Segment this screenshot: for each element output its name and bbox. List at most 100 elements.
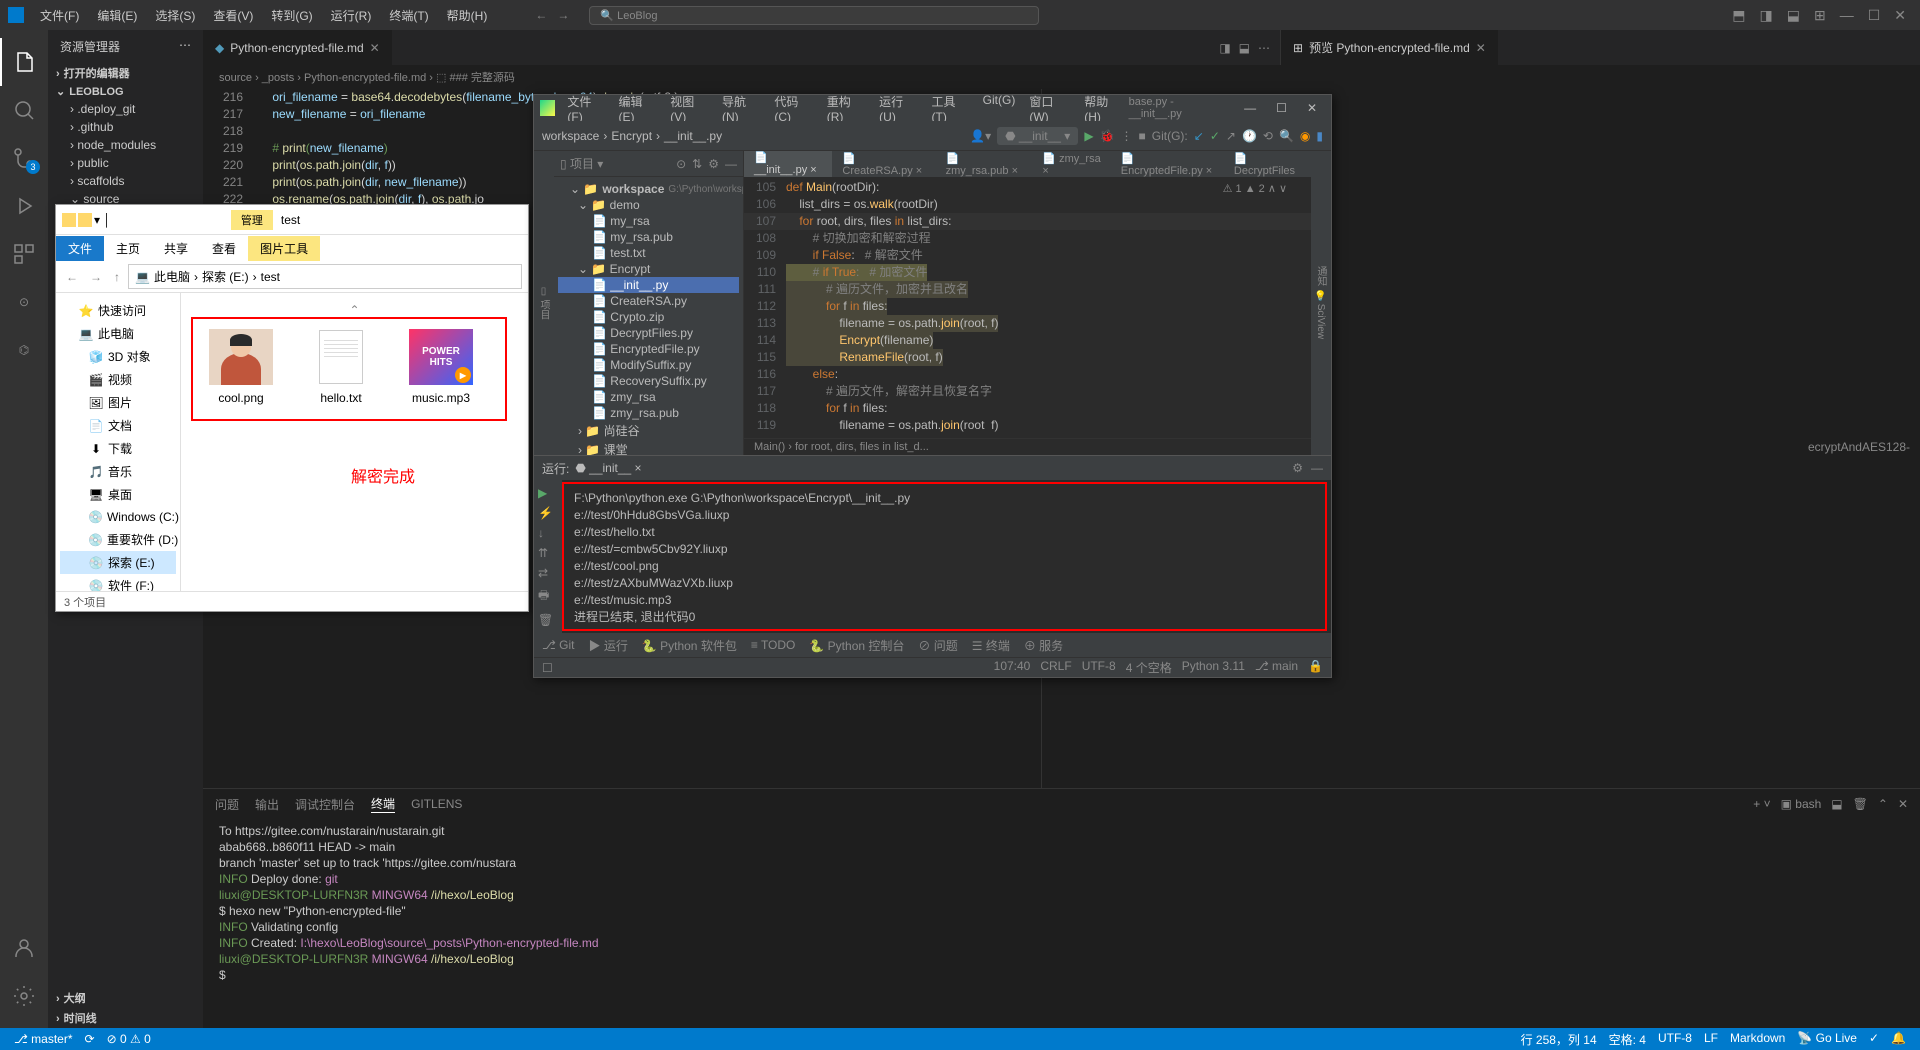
status-indent[interactable]: 空格: 4 — [1603, 1031, 1652, 1048]
search-icon[interactable]: 🔍 — [1279, 129, 1294, 143]
status-interpreter[interactable]: Python 3.11 — [1182, 659, 1245, 676]
tree-scaffolds[interactable]: › scaffolds — [48, 172, 203, 190]
down-icon[interactable]: ↓ — [538, 526, 558, 540]
section-timeline[interactable]: 时间线 — [48, 1008, 203, 1028]
hide-icon[interactable]: — — [1311, 461, 1323, 475]
menu-selection[interactable]: 选择(S) — [147, 3, 203, 28]
tab-problems[interactable]: 问题 — [215, 796, 239, 813]
debug-icon[interactable]: 🐞 — [1100, 129, 1115, 143]
tree-item[interactable]: 📄 zmy_rsa — [558, 389, 739, 405]
ide-icon[interactable]: ▮ — [1316, 129, 1323, 143]
tree-item[interactable]: 📄 EncryptedFile.py — [558, 341, 739, 357]
tree-github[interactable]: › .github — [48, 118, 203, 136]
nav-back-icon[interactable]: ← — [535, 8, 547, 22]
activity-explorer-icon[interactable] — [0, 38, 48, 86]
command-center[interactable]: 🔍 LeoBlog — [589, 6, 1039, 25]
tab-terminal[interactable]: 终端 — [371, 795, 395, 813]
code-breadcrumb[interactable]: Main() › for root, dirs, files in list_d… — [744, 438, 1311, 455]
tree-root[interactable]: ⌄ 📁 workspace G:\Python\workspace — [558, 181, 739, 197]
activity-search-icon[interactable] — [0, 86, 48, 134]
bottom-tool[interactable]: ☰ 终端 — [972, 637, 1010, 654]
editor-tab-preview[interactable]: ⊞ 预览 Python-encrypted-file.md ✕ — [1281, 30, 1499, 65]
status-lock-icon[interactable]: 🔒 — [1308, 659, 1323, 676]
nav-item[interactable]: 🎵音乐 — [60, 460, 176, 483]
menu-help[interactable]: 帮助(H) — [439, 3, 496, 28]
editor-tab[interactable]: 📄 __init__.py × — [744, 151, 832, 177]
activity-debug-icon[interactable] — [0, 182, 48, 230]
project-tool-button[interactable]: ▯ 项目 — [534, 151, 554, 455]
settings-icon[interactable]: ⚙ — [1292, 461, 1303, 475]
user-icon[interactable]: 👤▾ — [970, 129, 991, 143]
menu-view[interactable]: 查看(V) — [205, 3, 261, 28]
add-terminal-icon[interactable]: + ˅ — [1753, 797, 1770, 811]
bottom-tool[interactable]: 🐍 Python 软件包 — [642, 637, 737, 654]
section-outline[interactable]: 大纲 — [48, 988, 203, 1008]
tree-item[interactable]: 📄 Crypto.zip — [558, 309, 739, 325]
nav-forward-icon[interactable]: → — [557, 8, 569, 22]
nav-item[interactable]: 🖼图片 — [60, 391, 176, 414]
nav-item[interactable]: 🎬视频 — [60, 368, 176, 391]
editor-tab[interactable]: 📄 zmy_rsa × — [1032, 151, 1110, 177]
history-icon[interactable]: 🕐 — [1242, 129, 1257, 143]
tree-item[interactable]: › 📁 课堂 — [558, 440, 739, 455]
editor-tab[interactable]: 📄 EncryptedFile.py × — [1111, 151, 1224, 177]
status-sync-icon[interactable]: ⟳ — [79, 1032, 101, 1046]
layout-icon[interactable]: ⬒ — [1726, 3, 1751, 28]
activity-scm-icon[interactable]: 3 — [0, 134, 48, 182]
status-cursor[interactable]: 107:40 — [994, 659, 1031, 676]
bottom-tool[interactable]: ≡ TODO — [751, 638, 796, 652]
bottom-tool[interactable]: 🐍 Python 控制台 — [809, 637, 904, 654]
nav-item[interactable]: 💻此电脑 — [60, 322, 176, 345]
ribbon-home[interactable]: 主页 — [104, 236, 152, 261]
rerun-icon[interactable]: ▶ — [538, 486, 558, 500]
maximize-icon[interactable]: ⌃ — [1878, 797, 1888, 811]
nav-item[interactable]: 💿Windows (C:) — [60, 506, 176, 528]
more-run-icon[interactable]: ⋮ — [1121, 129, 1133, 143]
maximize-icon[interactable]: ☐ — [1862, 3, 1887, 28]
status-bell-icon[interactable]: 🔔 — [1885, 1031, 1912, 1048]
activity-remote-icon[interactable]: ⊙ — [0, 278, 48, 326]
back-icon[interactable]: ← — [62, 270, 82, 284]
editor-tab[interactable]: 📄 zmy_rsa.pub × — [936, 151, 1033, 177]
tree-item[interactable]: ⌄ 📁 demo — [558, 197, 739, 213]
close-tab-icon[interactable]: ✕ — [1476, 41, 1486, 55]
layout-icon[interactable]: ⊞ — [1808, 3, 1832, 28]
status-indent[interactable]: 4 个空格 — [1126, 659, 1172, 676]
git-push-icon[interactable]: ↗ — [1226, 129, 1236, 143]
file-music-mp3[interactable]: POWERHITS▶ music.mp3 — [401, 329, 481, 405]
file-hello-txt[interactable]: hello.txt — [301, 329, 381, 405]
activity-extensions-icon[interactable] — [0, 230, 48, 278]
status-prettier[interactable]: ✓ — [1863, 1031, 1885, 1048]
ribbon-share[interactable]: 共享 — [152, 236, 200, 261]
run-icon[interactable]: ▶ — [1084, 129, 1093, 143]
hide-icon[interactable]: — — [725, 157, 737, 171]
print-icon[interactable]: 🖶 — [538, 586, 558, 607]
menu-file[interactable]: 文件(F) — [32, 3, 87, 28]
sidebar-more-icon[interactable]: ⋯ — [179, 38, 191, 55]
tree-item[interactable]: 📄 my_rsa.pub — [558, 229, 739, 245]
menu-run[interactable]: 运行(R) — [323, 3, 380, 28]
address-bar[interactable]: 💻 此电脑 › 探索 (E:) › test — [128, 264, 522, 289]
bottom-tool[interactable]: ⎇ Git — [542, 638, 575, 652]
breadcrumb[interactable]: source › _posts › Python-encrypted-file.… — [203, 65, 1920, 89]
tree-item[interactable]: 📄 zmy_rsa.pub — [558, 405, 739, 421]
ribbon-picture-tools[interactable]: 图片工具 — [248, 236, 320, 261]
nav-item[interactable]: 💿探索 (E:) — [60, 551, 176, 574]
tree-item[interactable]: ⌄ 📁 Encrypt — [558, 261, 739, 277]
status-eol[interactable]: CRLF — [1040, 659, 1071, 676]
trash-icon[interactable]: 🗑 — [538, 613, 558, 627]
settings-icon[interactable]: ⚙ — [708, 157, 719, 171]
menu-edit[interactable]: 编辑(E) — [89, 3, 145, 28]
bottom-tool[interactable]: ⊕ 服务 — [1024, 637, 1063, 654]
tree-public[interactable]: › public — [48, 154, 203, 172]
expand-all-icon[interactable]: ⇅ — [692, 157, 702, 171]
editor-tab[interactable]: 📄 DecryptFiles — [1224, 151, 1311, 177]
pycharm-breadcrumb[interactable]: workspace › Encrypt › __init__.py — [542, 129, 722, 143]
stop-icon[interactable]: ■ — [1139, 129, 1146, 143]
tree-item[interactable]: 📄 DecryptFiles.py — [558, 325, 739, 341]
ribbon-file[interactable]: 文件 — [56, 236, 104, 261]
tab-debug[interactable]: 调试控制台 — [295, 796, 355, 813]
status-encoding[interactable]: UTF-8 — [1082, 659, 1116, 676]
maximize-icon[interactable]: ☐ — [1268, 99, 1295, 117]
git-update-icon[interactable]: ↙ — [1194, 129, 1204, 143]
